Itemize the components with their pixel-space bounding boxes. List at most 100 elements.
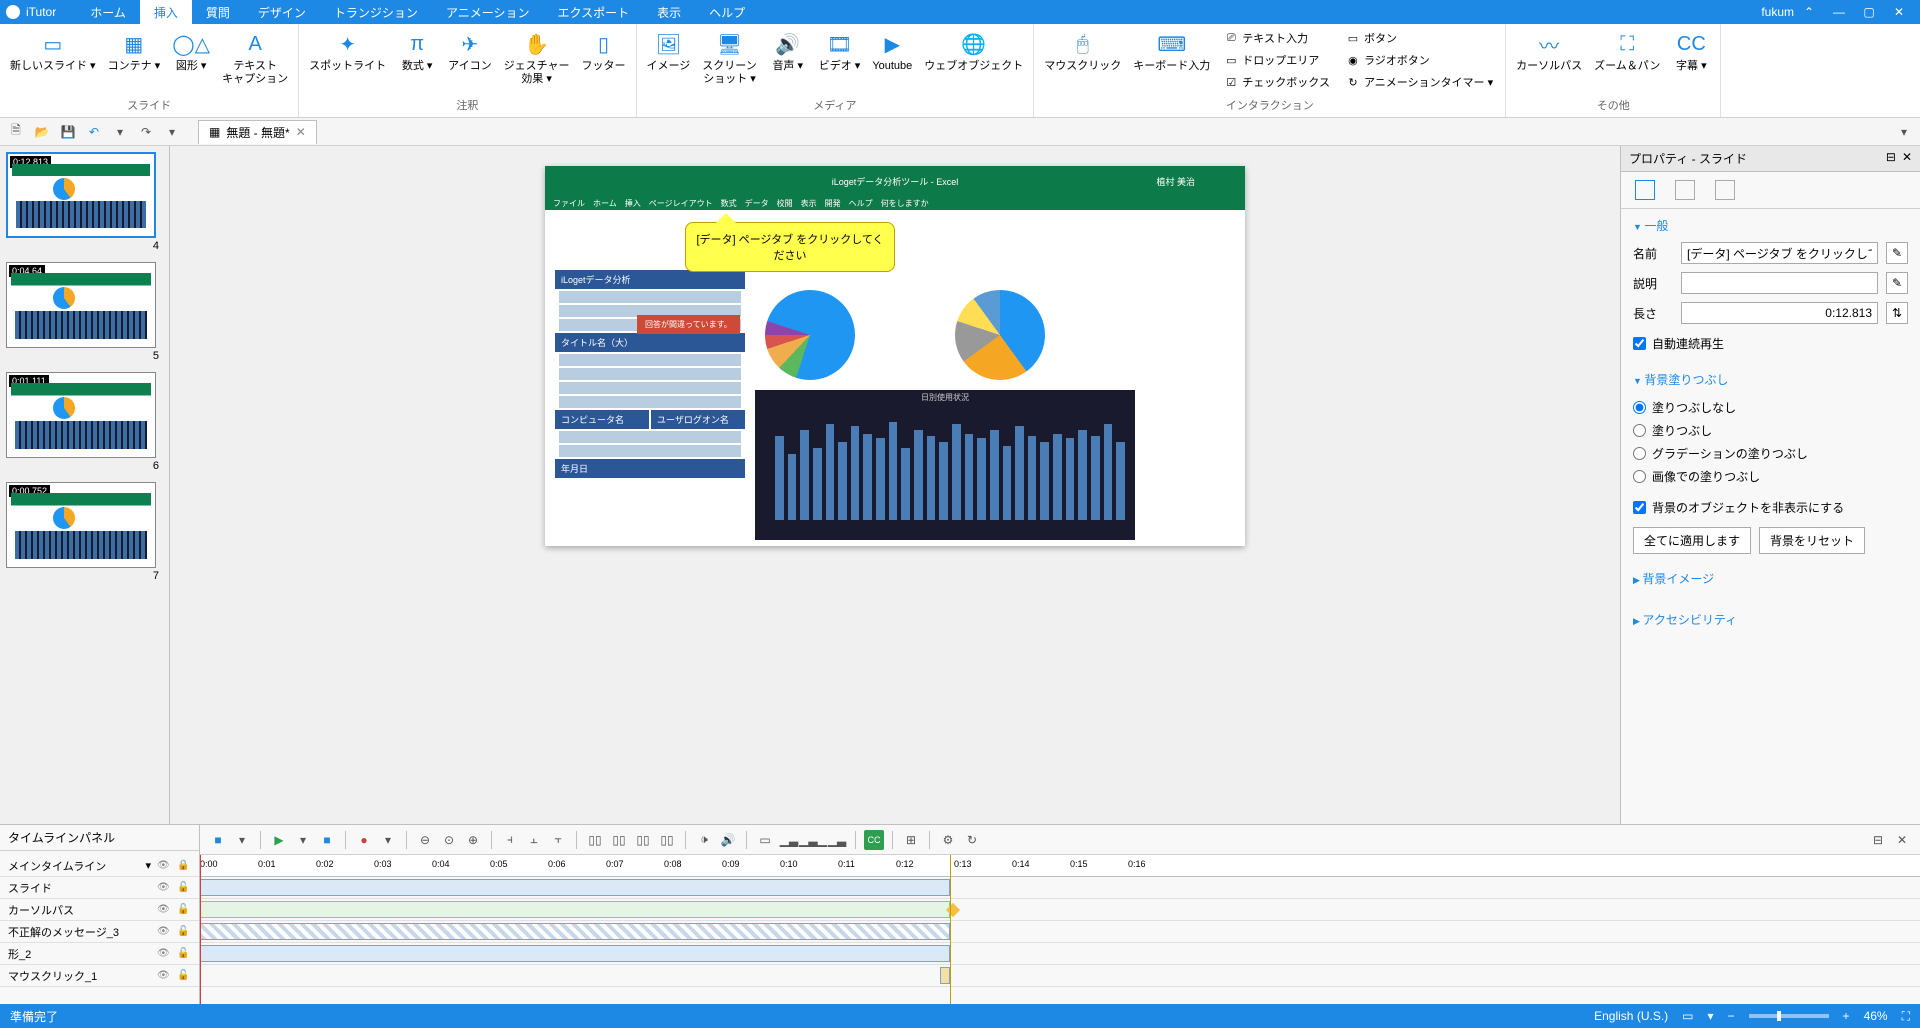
tl-vol2-icon[interactable]: 🔊: [718, 830, 738, 850]
tl-refresh-icon[interactable]: ↻: [962, 830, 982, 850]
save-icon[interactable]: 💾: [58, 122, 78, 142]
tab-help[interactable]: ヘルプ: [695, 0, 759, 25]
fit-icon[interactable]: ⛶: [1902, 1009, 1910, 1024]
lock-icon[interactable]: 🔓: [177, 882, 191, 893]
mouseclick-button[interactable]: 🖱マウスクリック: [1038, 26, 1127, 77]
canvas-area[interactable]: iLogetデータ分析ツール - Excel 植村 美治 ファイルホーム挿入ペー…: [170, 146, 1620, 824]
desc-input[interactable]: [1681, 272, 1878, 294]
zoom-pan-button[interactable]: ⛶ズーム＆パン: [1588, 26, 1666, 77]
zoom-out-icon[interactable]: −: [1728, 1009, 1735, 1023]
slide-thumbnail[interactable]: 0:12.8134: [6, 152, 163, 252]
lock-icon[interactable]: 🔓: [177, 970, 191, 981]
eye-icon[interactable]: 👁: [157, 948, 171, 959]
keyboard-button[interactable]: ⌨キーボード入力: [1127, 26, 1216, 77]
new-slide-button[interactable]: ▭新しいスライド ▾: [4, 26, 102, 77]
document-tab[interactable]: ▦ 無題 - 無題* ✕: [198, 120, 317, 144]
tl-snap-icon[interactable]: ⊞: [901, 830, 921, 850]
eye-icon[interactable]: 👁: [157, 860, 171, 871]
tl-drop1-icon[interactable]: ▾: [232, 830, 252, 850]
undo-icon[interactable]: ↶: [84, 122, 104, 142]
tl-drop-icon[interactable]: ▾: [145, 859, 151, 872]
hide-objects-checkbox[interactable]: [1633, 501, 1646, 514]
bgfill-header[interactable]: 背景塗りつぶし: [1633, 371, 1908, 388]
tl-align1-icon[interactable]: ⫞: [500, 830, 520, 850]
tab-animation[interactable]: アニメーション: [432, 0, 544, 25]
user-name[interactable]: fukum: [1761, 5, 1794, 19]
tl-pin-icon[interactable]: ⊟: [1868, 830, 1888, 850]
lane-cursor[interactable]: [200, 899, 1920, 921]
clip-msg[interactable]: [200, 923, 950, 940]
tab-home[interactable]: ホーム: [76, 0, 140, 25]
lock-icon[interactable]: 🔓: [177, 926, 191, 937]
status-view1-icon[interactable]: ▭: [1682, 1009, 1693, 1023]
ribbon-collapse-icon[interactable]: ⌃: [1794, 5, 1824, 19]
slide-thumbnail[interactable]: 0:00.7527: [6, 482, 163, 582]
props-pin-icon[interactable]: ⊟: [1886, 150, 1896, 167]
lock-icon[interactable]: 🔓: [177, 904, 191, 915]
tab-question[interactable]: 質問: [192, 0, 244, 25]
instruction-callout[interactable]: [データ] ページタブ をクリックしてください: [685, 222, 895, 272]
tl-drop3-icon[interactable]: ▾: [378, 830, 398, 850]
gesture-button[interactable]: ✋ジェスチャー 効果 ▾: [498, 26, 576, 90]
tl-chart1-icon[interactable]: ▁▃: [779, 830, 799, 850]
image-button[interactable]: 🖼イメージ: [641, 26, 697, 77]
open-icon[interactable]: 📂: [32, 122, 52, 142]
redo-drop-icon[interactable]: ▾: [162, 122, 182, 142]
video-button[interactable]: 🎞ビデオ ▾: [813, 26, 867, 77]
eye-icon[interactable]: 👁: [157, 882, 171, 893]
timeline-lanes[interactable]: 0:000:010:020:030:040:050:060:070:080:09…: [200, 855, 1920, 1004]
lane-msg[interactable]: [200, 921, 1920, 943]
props-tab-3[interactable]: [1715, 180, 1735, 200]
tl-drop2-icon[interactable]: ▾: [293, 830, 313, 850]
spotlight-button[interactable]: ✦スポットライト: [303, 26, 392, 77]
tl-stop2-icon[interactable]: ■: [317, 830, 337, 850]
tl-zoomout-icon[interactable]: ⊖: [415, 830, 435, 850]
text-input-button[interactable]: ⎚テキスト入力: [1220, 28, 1334, 48]
tl-zoomin-icon[interactable]: ⊕: [463, 830, 483, 850]
tl-record-icon[interactable]: ●: [354, 830, 374, 850]
tl-zoomfit-icon[interactable]: ⊙: [439, 830, 459, 850]
tl-group3-icon[interactable]: ▯▯: [633, 830, 653, 850]
track-header[interactable]: 不正解のメッセージ_3👁🔓: [0, 921, 199, 943]
playhead[interactable]: [200, 855, 201, 1004]
lock-icon[interactable]: 🔓: [177, 948, 191, 959]
container-button[interactable]: ▦コンテナ ▾: [102, 26, 167, 77]
tab-design[interactable]: デザイン: [244, 0, 320, 25]
screenshot-button[interactable]: 🖥スクリーン ショット ▾: [696, 26, 762, 90]
props-close-icon[interactable]: ✕: [1902, 150, 1912, 167]
autoplay-checkbox[interactable]: [1633, 337, 1646, 350]
footer-button[interactable]: ▯フッター: [576, 26, 632, 77]
equation-button[interactable]: π数式 ▾: [392, 26, 442, 77]
fill-image-radio[interactable]: [1633, 470, 1646, 483]
tl-group2-icon[interactable]: ▯▯: [609, 830, 629, 850]
slide-thumbnail[interactable]: 0:04.645: [6, 262, 163, 362]
props-tab-1[interactable]: [1635, 180, 1655, 200]
tl-cc-icon[interactable]: CC: [864, 830, 884, 850]
track-header[interactable]: カーソルパス👁🔓: [0, 899, 199, 921]
track-header[interactable]: 形_2👁🔓: [0, 943, 199, 965]
props-tab-2[interactable]: [1675, 180, 1695, 200]
fill-solid-radio[interactable]: [1633, 424, 1646, 437]
apply-all-button[interactable]: 全てに適用します: [1633, 527, 1751, 554]
timeline-selector[interactable]: メインタイムライン ▾ 👁 🔒: [0, 855, 199, 877]
tab-insert[interactable]: 挿入: [140, 0, 192, 25]
tl-group1-icon[interactable]: ▯▯: [585, 830, 605, 850]
shape-button[interactable]: ◯△図形 ▾: [166, 26, 216, 77]
tl-stop-icon[interactable]: ■: [208, 830, 228, 850]
lane-click[interactable]: [200, 965, 1920, 987]
end-marker[interactable]: [950, 855, 951, 1004]
length-input[interactable]: [1681, 302, 1878, 324]
tl-align2-icon[interactable]: ⫠: [524, 830, 544, 850]
zoom-in-icon[interactable]: +: [1843, 1009, 1850, 1023]
caption-button[interactable]: CC字幕 ▾: [1666, 26, 1716, 77]
clip-click[interactable]: [940, 967, 950, 984]
tl-gear-icon[interactable]: ⚙: [938, 830, 958, 850]
audio-button[interactable]: 🔊音声 ▾: [763, 26, 813, 77]
status-lang[interactable]: English (U.S.): [1594, 1009, 1668, 1023]
name-edit-icon[interactable]: ✎: [1886, 242, 1908, 264]
length-spinner-icon[interactable]: ⇅: [1886, 302, 1908, 324]
doc-close-icon[interactable]: ✕: [296, 125, 306, 139]
props-general-header[interactable]: 一般: [1633, 217, 1908, 234]
tl-img-icon[interactable]: ▭: [755, 830, 775, 850]
name-input[interactable]: [1681, 242, 1878, 264]
